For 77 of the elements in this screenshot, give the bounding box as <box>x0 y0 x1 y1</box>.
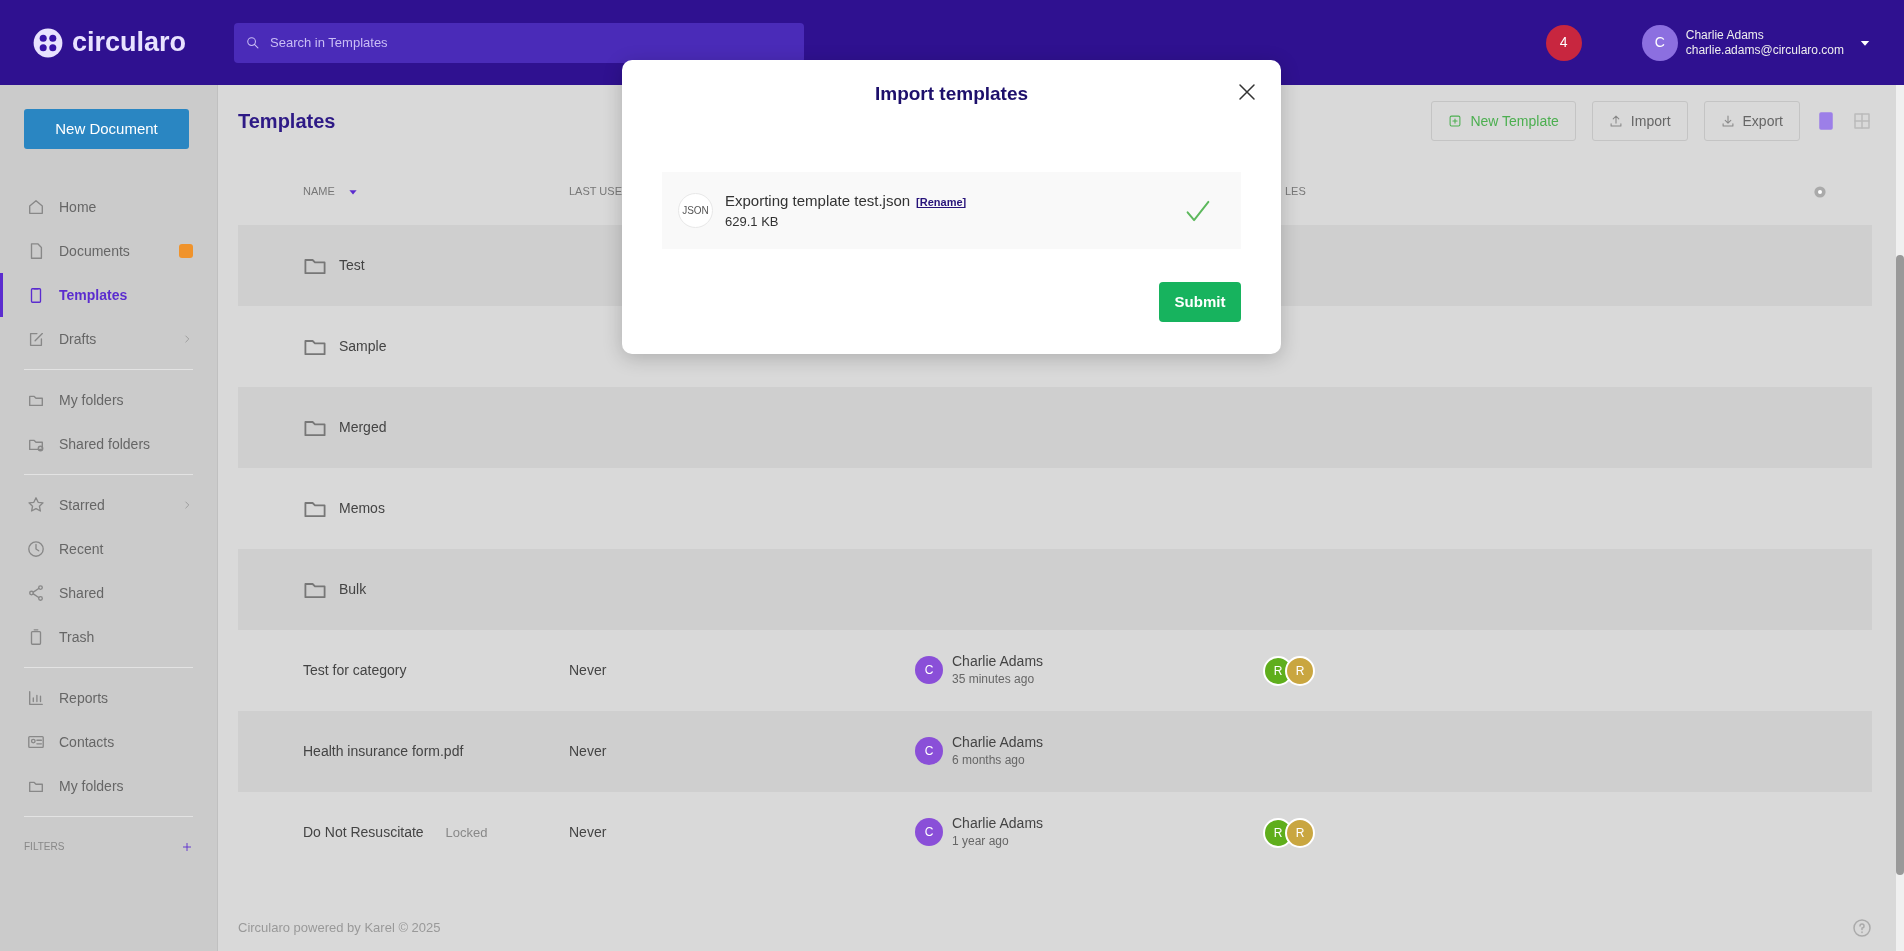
owner-avatar: C <box>915 818 943 847</box>
rename-link[interactable]: [Rename] <box>916 195 967 208</box>
last-used-text: Never <box>569 661 608 680</box>
logo-icon <box>32 26 64 59</box>
column-header: LES <box>1285 184 1306 197</box>
sidebar-item[interactable]: Starred <box>0 483 217 527</box>
file-name[interactable]: Sample <box>339 336 387 357</box>
scrollbar-thumb[interactable] <box>1896 255 1904 875</box>
locked-label: Locked <box>445 823 488 842</box>
last-used-text: Never <box>569 823 608 842</box>
column-header: LAST USE <box>569 184 622 197</box>
sidebar-item[interactable]: Contacts <box>0 720 217 764</box>
plus-square-icon <box>1448 114 1463 128</box>
toolbar-button[interactable]: Import <box>1591 101 1688 141</box>
file-name[interactable]: Test <box>339 255 365 276</box>
grid-view-icon[interactable] <box>1852 111 1872 131</box>
upload-icon <box>1608 114 1623 128</box>
page-title: Templates <box>238 109 336 134</box>
toolbar-button[interactable]: New Template <box>1431 101 1576 141</box>
file-name[interactable]: Bulk <box>339 579 367 600</box>
sidebar-item[interactable]: My folders <box>0 378 217 422</box>
sidebar-item[interactable]: Drafts <box>0 317 217 361</box>
home-icon <box>27 198 45 216</box>
last-used-text: Never <box>569 742 608 761</box>
file-name: Exporting template test.json <box>725 191 911 209</box>
new-document-button[interactable]: New Document <box>24 109 189 149</box>
download-icon <box>1720 114 1735 128</box>
footer-text: Circularo powered by Karel © 2025 <box>238 919 441 938</box>
filters-label: FILTERS <box>24 840 65 854</box>
search-icon <box>246 35 261 50</box>
owner-avatar: C <box>915 656 943 685</box>
submit-button[interactable]: Submit <box>1159 282 1241 322</box>
sidebar-item[interactable]: Shared folders <box>0 422 217 466</box>
clock-icon <box>27 540 45 558</box>
settings-icon[interactable] <box>1812 183 1828 200</box>
modified-time: 6 months ago <box>952 751 1026 769</box>
role-avatar: R <box>1285 655 1315 686</box>
user-avatar[interactable]: C <box>1641 24 1678 61</box>
sidebar-item[interactable]: Shared <box>0 571 217 615</box>
list-view-icon[interactable] <box>1816 111 1836 131</box>
modified-time: 35 minutes ago <box>952 670 1036 688</box>
user-name: Charlie Adams <box>1685 28 1765 43</box>
edit-icon <box>27 330 45 348</box>
owner-name: Charlie Adams <box>952 653 1044 670</box>
file-name[interactable]: Health insurance form.pdf <box>303 741 464 762</box>
modal-title: Import templates <box>873 82 1030 106</box>
column-header[interactable]: NAME <box>303 184 335 197</box>
chart-icon <box>27 689 45 707</box>
close-icon[interactable] <box>1237 82 1257 102</box>
owner-name: Charlie Adams <box>952 734 1044 751</box>
file-type-icon: JSON <box>678 193 713 228</box>
file-name[interactable]: Merged <box>339 417 387 438</box>
file-size: 629.1 KB <box>725 213 780 231</box>
file-name[interactable]: Memos <box>339 498 385 519</box>
contacts-icon <box>27 733 45 751</box>
modified-time: 1 year ago <box>952 832 1010 850</box>
logo-text: circularo <box>72 26 187 60</box>
notification-badge[interactable]: 4 <box>1545 24 1582 61</box>
sidebar-item[interactable]: Documents <box>0 229 217 273</box>
sidebar-item[interactable]: Home <box>0 185 217 229</box>
search-field[interactable]: Search in Templates <box>234 22 805 63</box>
plus-icon[interactable] <box>181 840 193 853</box>
owner-name: Charlie Adams <box>952 815 1044 832</box>
sidebar-item[interactable]: Reports <box>0 676 217 720</box>
file-name[interactable]: Do Not Resuscitate <box>303 822 424 843</box>
file-name[interactable]: Test for category <box>303 660 407 681</box>
toolbar-button[interactable]: Export <box>1703 101 1800 141</box>
sidebar-item[interactable]: Recent <box>0 527 217 571</box>
sidebar-item[interactable]: My folders <box>0 764 217 808</box>
owner-avatar: C <box>915 737 943 766</box>
help-icon[interactable] <box>1852 918 1872 938</box>
star-icon <box>27 496 45 514</box>
count-badge <box>179 244 193 258</box>
user-email: charlie.adams@circularo.com <box>1685 42 1844 57</box>
share-icon <box>27 584 45 602</box>
role-avatar: R <box>1285 817 1315 848</box>
sidebar-item[interactable]: Trash <box>0 615 217 659</box>
